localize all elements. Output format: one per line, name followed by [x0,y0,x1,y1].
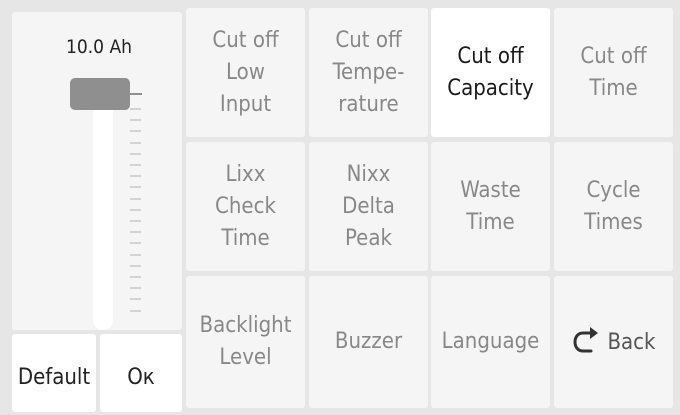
tile-cut-off-temperature[interactable]: Cut off Tempe- rature [309,8,428,137]
tile-label: Language [441,329,540,354]
slider-tick [130,152,141,155]
tile-label: Buzzer [334,329,403,354]
slider-tick [130,175,141,178]
back-content: Back [571,325,656,359]
settings-screen: 10.0 Ah Default Ок Cut off Low Input Cut… [3,4,675,412]
slider-tick [130,186,141,189]
slider-tick [130,141,141,144]
tile-label: Waste Time [460,177,521,235]
tile-label: Cut off Time [580,43,647,101]
tile-cut-off-capacity[interactable]: Cut off Capacity [431,8,550,137]
slider-tick [130,108,141,110]
tile-cut-off-low-input[interactable]: Cut off Low Input [186,8,305,137]
tile-label: Backlight Level [199,313,292,370]
tile-cut-off-time[interactable]: Cut off Time [554,8,673,137]
tile-label: Nixx Delta Peak [342,161,395,251]
tile-label: Cut off Tempe- rature [332,27,405,117]
tile-label: Lixx Check Time [215,161,276,251]
tile-waste-time[interactable]: Waste Time [431,142,550,271]
capacity-slider-panel: 10.0 Ah [12,12,182,330]
slider-tick [130,130,141,133]
slider-tick [130,264,141,267]
slider-knob-pointer [130,93,142,95]
slider-tick [130,119,141,122]
slider-tick [130,242,141,245]
slider-tick [130,287,141,290]
tile-language[interactable]: Language [431,276,550,408]
slider-tick [130,197,141,200]
tile-label: Cut off Capacity [447,43,534,101]
slider-tick [130,253,141,256]
tile-backlight-level[interactable]: Backlight Level [186,276,305,408]
tile-label: Cut off Low Input [212,27,279,117]
slider-scale [130,108,142,318]
slider-tick [130,298,141,301]
capacity-value: 10.0 Ah [66,36,132,58]
slider-knob[interactable] [70,78,130,110]
tile-buzzer[interactable]: Buzzer [309,276,428,408]
slider-tick [130,309,141,312]
tile-cycle-times[interactable]: Cycle Times [554,142,673,271]
tile-nixx-delta-peak[interactable]: Nixx Delta Peak [309,142,428,271]
slider-tick [130,276,141,278]
default-button[interactable]: Default [12,334,96,412]
slider-tick [130,164,141,166]
ok-button[interactable]: Ок [100,334,182,412]
return-arrow-icon [573,327,599,353]
slider-tick [130,231,141,234]
tile-label: Cycle Times [584,177,643,235]
back-label: Back [607,330,656,355]
slider-tick [130,208,141,211]
tile-lixx-check-time[interactable]: Lixx Check Time [186,142,305,271]
slider-track[interactable] [93,82,113,330]
slider-tick [130,220,141,222]
back-button[interactable]: Back [554,276,673,408]
